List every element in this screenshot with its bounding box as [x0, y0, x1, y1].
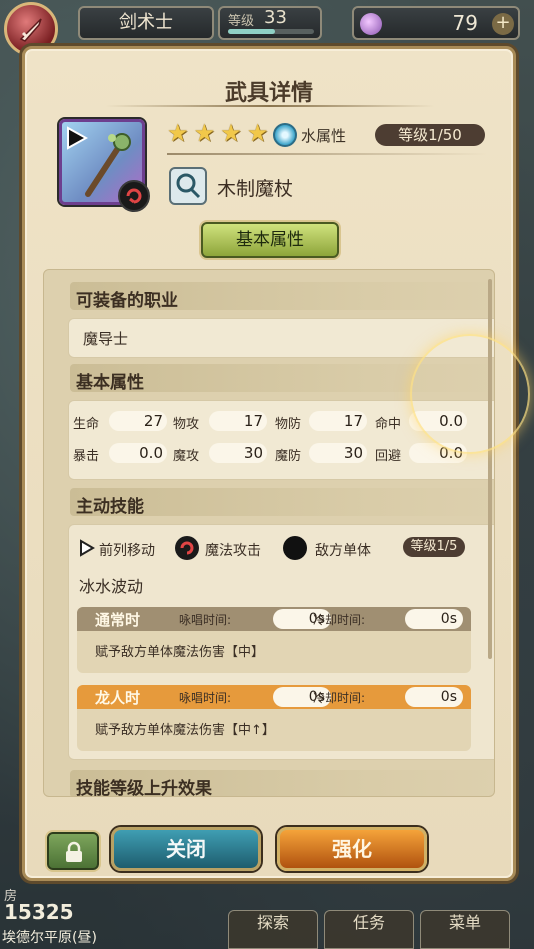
cast-time-label: 咏唱时间:: [179, 691, 232, 705]
enhance-button[interactable]: 强化: [277, 827, 427, 871]
close-button[interactable]: 关闭: [111, 827, 261, 871]
scrollbar[interactable]: [488, 279, 492, 659]
stat-label-matk: 魔攻: [173, 449, 200, 464]
lock-icon: [66, 841, 82, 862]
water-element-icon: [273, 123, 297, 147]
title-divider: [105, 105, 435, 107]
stat-label-mdef: 魔防: [275, 449, 302, 464]
equip-jobs-box: 魔导士: [68, 318, 494, 358]
magnifier-icon: [176, 173, 201, 199]
lock-button[interactable]: [47, 832, 99, 870]
state-dragon-desc: 赋予敌方单体魔法伤害【中↑】: [95, 723, 275, 738]
stat-label-pdef: 物防: [275, 417, 302, 432]
stat-label-eva: 回避: [375, 449, 402, 464]
cooldown-label: 冷却时间:: [313, 691, 366, 705]
single-target-icon: [283, 536, 307, 560]
gold-count: 15325: [4, 900, 74, 924]
tab-menu[interactable]: 菜单: [420, 910, 510, 949]
stat-value-hp: 27: [109, 411, 167, 431]
star-icon: ★: [220, 119, 242, 147]
stat-label-crit: 暴击: [73, 449, 100, 464]
stat-value-patk: 17: [209, 411, 267, 431]
cast-time-label: 咏唱时间:: [179, 613, 232, 627]
swirl-icon: [126, 188, 142, 204]
magic-attack-icon: [175, 536, 199, 560]
star-icon: ★: [167, 119, 189, 147]
sword-icon: [19, 18, 42, 42]
stat-label-hit: 命中: [375, 417, 402, 432]
equip-jobs-title: 可装备的职业: [76, 291, 178, 311]
state-dragon-name: 龙人时: [95, 689, 141, 707]
stats-box: 生命 27 物攻 17 物防 17 命中 0.0 暴击 0.0 魔攻 30 魔防…: [68, 400, 494, 480]
cooldown-value: 0s: [405, 687, 463, 707]
panel-title: 武具详情: [224, 81, 313, 106]
stat-value-eva: 0.0: [409, 443, 467, 463]
player-level-box: 等级 33: [218, 6, 322, 40]
location-name: 埃德尔平原(昼): [2, 930, 97, 946]
weapon-level-badge: 等级1/50: [375, 124, 485, 146]
level-label: 等级: [228, 14, 255, 29]
upgrade-effect-title: 技能等级上升效果: [76, 779, 212, 797]
stat-label-hp: 生命: [73, 417, 100, 432]
weapon-name: 木制魔杖: [217, 178, 294, 200]
weapon-portrait: [59, 119, 150, 212]
level-value: 33: [264, 7, 287, 28]
stat-value-pdef: 17: [309, 411, 367, 431]
gem-counter: 79 +: [352, 6, 520, 40]
star-icon: ★: [193, 119, 216, 147]
skill-level-badge: 等级1/5: [403, 537, 465, 557]
element-label: 水属性: [301, 127, 347, 145]
wand-type-icon: [169, 167, 207, 205]
equip-job: 魔导士: [83, 330, 129, 348]
skill-tag-target: 敌方单体: [315, 543, 371, 559]
header-divider: [167, 153, 487, 155]
magic-attack-badge: [118, 180, 150, 212]
detail-scroll-area[interactable]: 可装备的职业 魔导士 基本属性 生命 27 物攻 17 物防 17 命中 0.0…: [43, 269, 495, 797]
rarity-stars: ★ ★ ★ ★: [167, 121, 268, 145]
class-name: 剑术士: [78, 6, 214, 40]
state-normal-desc: 赋予敌方单体魔法伤害【中】: [95, 645, 265, 660]
weapon-detail-panel: 武具详情 ★ ★ ★ ★ 水属性 等级1/50 木制魔杖 基本属性 可装备的职业…: [22, 46, 516, 881]
cooldown-value: 0s: [405, 609, 463, 629]
move-front-icon: [80, 539, 95, 557]
state-dragon-header: 龙人时 咏唱时间: 0s 冷却时间: 0s: [77, 685, 471, 709]
state-dragon: 龙人时 咏唱时间: 0s 冷却时间: 0s 赋予敌方单体魔法伤害【中↑】: [77, 685, 471, 751]
state-normal-name: 通常时: [95, 611, 141, 629]
tab-quest[interactable]: 任务: [324, 910, 414, 949]
top-status-bar: 剑术士 等级 33 79 +: [0, 0, 534, 56]
skill-card: 前列移动 魔法攻击 敌方单体 等级1/5 冰水波动 通常时 咏唱时间: 0s 冷…: [68, 524, 494, 760]
stat-value-matk: 30: [209, 443, 267, 463]
gem-count: 79: [452, 11, 478, 35]
state-normal: 通常时 咏唱时间: 0s 冷却时间: 0s 赋予敌方单体魔法伤害【中】: [77, 607, 471, 673]
add-gems-button[interactable]: +: [492, 13, 514, 35]
exp-bar-fill: [228, 29, 276, 34]
stat-value-hit: 0.0: [409, 411, 467, 431]
gem-icon: [360, 13, 382, 35]
tab-basic-attributes[interactable]: 基本属性: [201, 222, 339, 258]
state-normal-header: 通常时 咏唱时间: 0s 冷却时间: 0s: [77, 607, 471, 631]
active-skill-title: 主动技能: [76, 497, 144, 517]
stat-value-mdef: 30: [309, 443, 367, 463]
stats-title: 基本属性: [76, 373, 144, 393]
skill-tag-type: 魔法攻击: [205, 543, 261, 559]
tab-explore[interactable]: 探索: [228, 910, 318, 949]
stat-label-patk: 物攻: [173, 417, 200, 432]
skill-tag-move: 前列移动: [99, 543, 155, 559]
stat-value-crit: 0.0: [109, 443, 167, 463]
skill-name: 冰水波动: [79, 577, 144, 596]
cooldown-label: 冷却时间:: [313, 613, 366, 627]
star-icon: ★: [246, 119, 269, 147]
exp-bar: [228, 29, 314, 34]
